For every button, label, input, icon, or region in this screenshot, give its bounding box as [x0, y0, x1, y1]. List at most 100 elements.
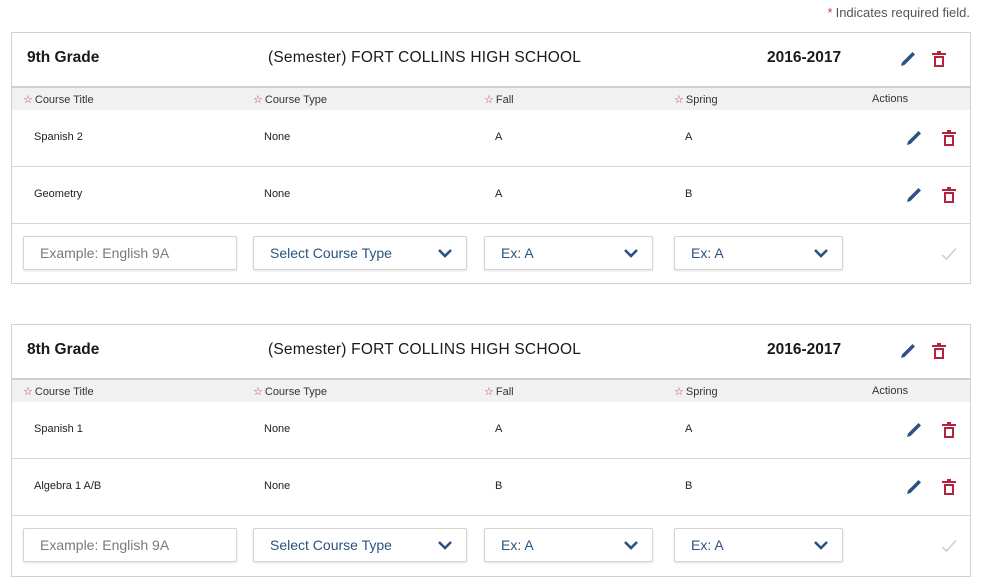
course-row: Geometry None A B [12, 167, 970, 224]
required-star-icon: ☆ [674, 94, 684, 106]
panel-header: 8th Grade (Semester) FORT COLLINS HIGH S… [12, 325, 970, 380]
column-fall: ☆ Fall [484, 94, 514, 106]
required-star: * [827, 5, 833, 20]
column-spring: ☆ Spring [674, 386, 718, 398]
course-title-input[interactable]: Example: English 9A [23, 528, 237, 562]
course-row: Spanish 2 None A A [12, 110, 970, 167]
edit-course-button[interactable] [904, 128, 924, 148]
spring-grade: A [685, 423, 693, 435]
edit-course-button[interactable] [904, 420, 924, 440]
required-field-note: * Indicates required field. [828, 5, 970, 20]
spring-grade-select[interactable]: Ex: A [674, 528, 843, 562]
chevron-down-icon [438, 541, 452, 550]
course-type-select[interactable]: Select Course Type [253, 528, 467, 562]
spring-grade-selected: Ex: A [691, 537, 724, 553]
delete-grade-button[interactable] [929, 341, 949, 361]
spring-grade-select[interactable]: Ex: A [674, 236, 843, 270]
pencil-icon [907, 480, 921, 494]
pencil-icon [901, 344, 915, 358]
pencil-icon [907, 131, 921, 145]
pencil-icon [901, 52, 915, 66]
column-fall: ☆ Fall [484, 386, 514, 398]
school-year: 2016-2017 [767, 341, 842, 358]
column-course-title: ☆ Course Title [23, 94, 94, 106]
column-spring: ☆ Spring [674, 94, 718, 106]
spring-grade: B [685, 188, 693, 200]
grade-label: 9th Grade [27, 49, 100, 66]
course-type: None [264, 480, 291, 492]
column-actions: Actions [872, 385, 909, 397]
fall-grade: A [495, 188, 503, 200]
school-name: (Semester) FORT COLLINS HIGH SCHOOL [268, 49, 582, 66]
edit-course-button[interactable] [904, 477, 924, 497]
pencil-icon [907, 188, 921, 202]
column-actions: Actions [872, 93, 909, 105]
course-type: None [264, 423, 291, 435]
delete-course-button[interactable] [939, 420, 959, 440]
chevron-down-icon [814, 249, 828, 258]
chevron-down-icon [624, 541, 638, 550]
course-type-selected: Select Course Type [270, 537, 392, 553]
required-star-icon: ☆ [484, 386, 494, 398]
column-course-type: ☆ Course Type [253, 94, 328, 106]
save-course-button[interactable] [939, 244, 959, 264]
course-title: Algebra 1 A/B [34, 480, 102, 492]
delete-course-button[interactable] [939, 477, 959, 497]
fall-grade: A [495, 131, 503, 143]
fall-grade-select[interactable]: Ex: A [484, 236, 653, 270]
grade-panel-9th: 9th Grade (Semester) FORT COLLINS HIGH S… [11, 32, 971, 284]
course-title: Spanish 1 [34, 423, 83, 435]
course-type-selected: Select Course Type [270, 245, 392, 261]
course-title: Spanish 2 [34, 131, 83, 143]
chevron-down-icon [438, 249, 452, 258]
course-title-placeholder: Example: English 9A [40, 537, 170, 553]
pencil-icon [907, 423, 921, 437]
delete-course-button[interactable] [939, 128, 959, 148]
course-title: Geometry [34, 188, 83, 200]
required-star-icon: ☆ [484, 94, 494, 106]
required-star-icon: ☆ [23, 386, 33, 398]
course-row: Spanish 1 None A A [12, 402, 970, 459]
course-title-placeholder: Example: English 9A [40, 245, 170, 261]
spring-grade: A [685, 131, 693, 143]
trash-icon [942, 130, 956, 146]
column-course-title: ☆ Course Title [23, 386, 94, 398]
chevron-down-icon [814, 541, 828, 550]
course-row: Algebra 1 A/B None B B [12, 459, 970, 516]
required-star-icon: ☆ [23, 94, 33, 106]
trash-icon [932, 343, 946, 359]
course-type: None [264, 131, 291, 143]
fall-grade-selected: Ex: A [501, 245, 534, 261]
fall-grade-select[interactable]: Ex: A [484, 528, 653, 562]
column-header-row: ☆ Course Title ☆ Course Type ☆ Fall ☆ Spring… [12, 88, 970, 110]
fall-grade: B [495, 480, 503, 492]
trash-icon [942, 187, 956, 203]
trash-icon [932, 51, 946, 67]
spring-grade-selected: Ex: A [691, 245, 724, 261]
edit-grade-button[interactable] [898, 341, 918, 361]
spring-grade: B [685, 480, 693, 492]
required-star-icon: ☆ [674, 386, 684, 398]
grade-panel-8th: 8th Grade (Semester) FORT COLLINS HIGH S… [11, 324, 971, 577]
required-star-icon: ☆ [253, 94, 263, 106]
course-title-input[interactable]: Example: English 9A [23, 236, 237, 270]
edit-grade-button[interactable] [898, 49, 918, 69]
delete-grade-button[interactable] [929, 49, 949, 69]
course-type: None [264, 188, 291, 200]
checkmark-icon [941, 247, 957, 261]
save-course-button[interactable] [939, 536, 959, 556]
school-year: 2016-2017 [767, 49, 842, 66]
trash-icon [942, 479, 956, 495]
column-header-row: ☆ Course Title ☆ Course Type ☆ Fall ☆ Spring… [12, 380, 970, 402]
edit-course-button[interactable] [904, 185, 924, 205]
required-star-icon: ☆ [253, 386, 263, 398]
new-course-row: Example: English 9A Select Course Type E… [12, 516, 970, 576]
column-course-type: ☆ Course Type [253, 386, 328, 398]
fall-grade: A [495, 423, 503, 435]
school-name: (Semester) FORT COLLINS HIGH SCHOOL [268, 341, 582, 358]
delete-course-button[interactable] [939, 185, 959, 205]
course-type-select[interactable]: Select Course Type [253, 236, 467, 270]
checkmark-icon [941, 539, 957, 553]
panel-header: 9th Grade (Semester) FORT COLLINS HIGH S… [12, 33, 970, 88]
fall-grade-selected: Ex: A [501, 537, 534, 553]
